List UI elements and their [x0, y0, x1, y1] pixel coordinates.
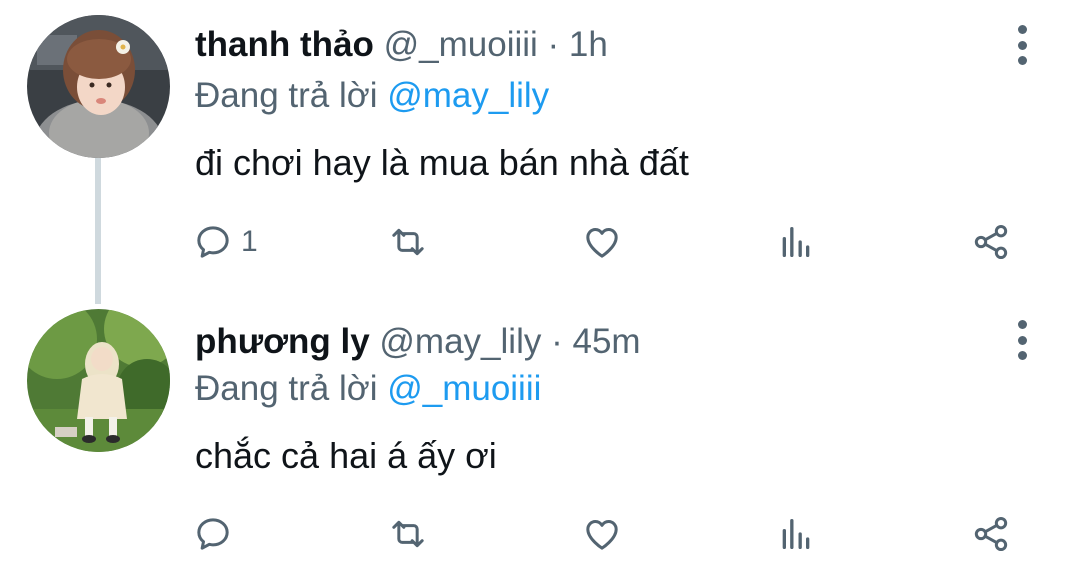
tweet[interactable]: thanh thảo @_muoiiii · 1h Đang trả lời @…	[0, 0, 1080, 304]
tweet-text: đi chơi hay là mua bán nhà đất	[195, 142, 689, 183]
avatar[interactable]	[27, 15, 170, 158]
analytics-icon	[782, 519, 810, 549]
like-icon	[586, 520, 618, 550]
replying-to: Đang trả lời @may_lily	[195, 78, 549, 113]
timestamp[interactable]: 1h	[569, 25, 608, 64]
avatar-photo	[27, 309, 170, 452]
more-icon[interactable]	[1008, 25, 1036, 65]
display-name[interactable]: phương ly	[195, 322, 370, 361]
separator-dot: ·	[551, 322, 563, 361]
like-icon	[586, 228, 618, 258]
avatar[interactable]	[27, 309, 170, 452]
retweet-icon	[392, 520, 424, 548]
replying-to-label: Đang trả lời	[195, 369, 378, 408]
tweet-text: chắc cả hai á ấy ơi	[195, 435, 497, 476]
retweet-button[interactable]	[388, 512, 428, 556]
tweet-header: thanh thảo @_muoiiii · 1h	[195, 27, 608, 62]
retweet-icon	[392, 228, 424, 256]
user-handle[interactable]: @_muoiiii	[384, 25, 538, 64]
reply-count: 1	[241, 225, 258, 258]
analytics-button[interactable]	[776, 220, 816, 264]
tweet-actions: 1	[0, 220, 1080, 264]
analytics-icon	[782, 227, 810, 257]
reply-mention-link[interactable]: @_muoiiii	[387, 369, 541, 408]
separator-dot: ·	[547, 25, 560, 64]
reply-icon	[197, 518, 229, 550]
share-button[interactable]	[971, 512, 1011, 556]
reply-icon	[197, 226, 229, 258]
like-button[interactable]	[582, 512, 622, 556]
reply-button[interactable]: 1	[193, 220, 258, 264]
more-icon[interactable]	[1008, 320, 1036, 360]
tweet-actions	[0, 512, 1080, 556]
user-handle[interactable]: @may_lily	[379, 322, 541, 361]
tweet[interactable]: phương ly @may_lily · 45m Đang trả lời @…	[0, 300, 1080, 575]
replying-to: Đang trả lời @_muoiiii	[195, 371, 541, 406]
share-button[interactable]	[971, 220, 1011, 264]
share-icon	[974, 517, 1008, 551]
reply-button[interactable]	[193, 512, 241, 556]
analytics-button[interactable]	[776, 512, 816, 556]
tweet-header: phương ly @may_lily · 45m	[195, 324, 641, 359]
timestamp[interactable]: 45m	[572, 322, 640, 361]
avatar-photo	[27, 15, 170, 158]
display-name[interactable]: thanh thảo	[195, 25, 374, 64]
replying-to-label: Đang trả lời	[195, 76, 378, 115]
like-button[interactable]	[582, 220, 622, 264]
share-icon	[974, 225, 1008, 259]
reply-mention-link[interactable]: @may_lily	[387, 76, 549, 115]
retweet-button[interactable]	[388, 220, 428, 264]
